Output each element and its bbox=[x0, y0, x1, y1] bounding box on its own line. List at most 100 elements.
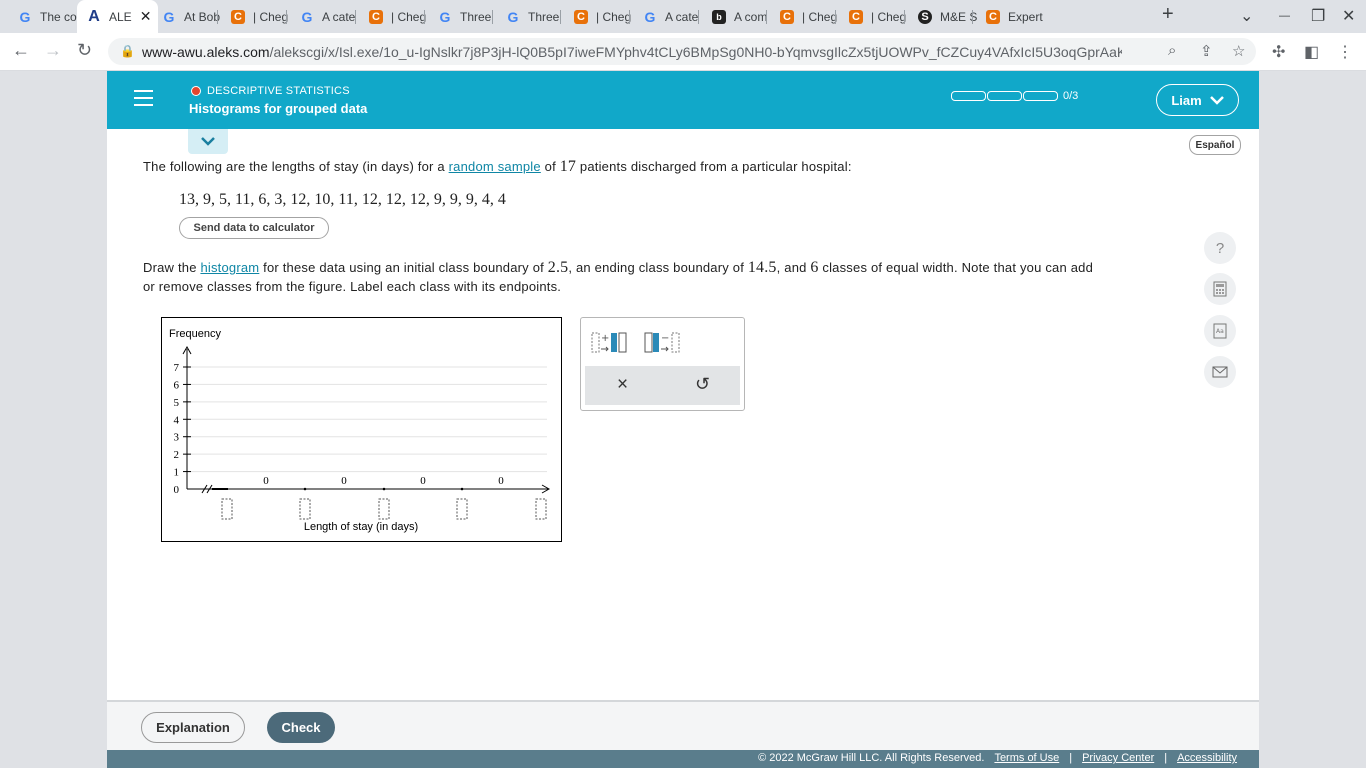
undo-icon[interactable]: ↺ bbox=[695, 374, 710, 395]
tab-title: Three bbox=[460, 9, 492, 24]
message-icon[interactable] bbox=[1204, 356, 1236, 388]
send-data-to-calculator-button[interactable]: Send data to calculator bbox=[179, 217, 329, 239]
tab-separator bbox=[355, 10, 356, 24]
tab-title: | Cheg bbox=[871, 9, 907, 24]
browser-tab[interactable]: C | Cheg bbox=[564, 4, 639, 29]
browser-tab[interactable]: G At Bob bbox=[152, 4, 227, 29]
tab-search-icon[interactable]: ⌄ bbox=[1240, 6, 1253, 26]
copyright-text: © 2022 McGraw Hill LLC. All Rights Reser… bbox=[758, 752, 985, 764]
histogram-link[interactable]: histogram bbox=[200, 260, 259, 275]
google-icon: G bbox=[301, 8, 313, 25]
share-icon[interactable]: ⇪ bbox=[1200, 42, 1213, 60]
tab-title: | Cheg bbox=[596, 9, 632, 24]
explanation-button[interactable]: Explanation bbox=[141, 712, 245, 743]
menu-icon[interactable] bbox=[134, 90, 153, 108]
bookmark-star-icon[interactable]: ☆ bbox=[1232, 42, 1245, 60]
class-boundary-input[interactable] bbox=[299, 498, 311, 520]
reload-icon[interactable]: ↻ bbox=[77, 40, 92, 61]
browser-tab[interactable]: C Expert bbox=[976, 4, 1051, 29]
clear-icon[interactable]: × bbox=[617, 374, 628, 396]
svg-text:Aa: Aa bbox=[1216, 328, 1224, 335]
browser-toolbar: ← → ↻ 🔒 www-awu.aleks.com/alekscgi/x/Isl… bbox=[0, 33, 1366, 71]
class-boundary-input[interactable] bbox=[378, 498, 390, 520]
bar-value-label: 0 bbox=[341, 475, 347, 487]
instruction-text: , an ending class boundary of bbox=[568, 260, 748, 275]
histogram-canvas[interactable]: 0 1 2 3 4 5 6 7 0 0 0 0 Frequency Length of stay (in … bbox=[162, 318, 561, 541]
help-icon[interactable]: ? bbox=[1204, 232, 1236, 264]
histogram-graph[interactable]: 0 1 2 3 4 5 6 7 0 0 0 0 Frequency Length of stay (in … bbox=[161, 317, 562, 542]
dictionary-icon[interactable]: Aa bbox=[1204, 315, 1236, 347]
tab-separator bbox=[492, 10, 493, 24]
browser-tab[interactable]: S M&E S bbox=[908, 4, 982, 29]
collapse-header-button[interactable] bbox=[188, 129, 228, 154]
user-menu-button[interactable]: Liam bbox=[1156, 84, 1239, 116]
tool-actions-row: × ↺ bbox=[585, 366, 740, 405]
forward-icon[interactable]: → bbox=[44, 40, 62, 61]
footer-divider: | bbox=[1069, 752, 1073, 764]
browser-tab[interactable]: G A cate bbox=[633, 4, 708, 29]
chegg-icon: C bbox=[780, 9, 794, 24]
side-panel-icon[interactable]: ◧ bbox=[1304, 42, 1319, 62]
progress-segment bbox=[951, 91, 986, 101]
intro-text: The following are the lengths of stay (i… bbox=[143, 159, 449, 174]
browser-tab[interactable]: G Three bbox=[428, 4, 502, 29]
svg-text:−: − bbox=[661, 333, 669, 344]
question-intro: The following are the lengths of stay (i… bbox=[143, 157, 852, 176]
intro-text: patients discharged from a particular ho… bbox=[576, 159, 852, 174]
calculator-icon[interactable] bbox=[1204, 273, 1236, 305]
initial-boundary: 2.5 bbox=[547, 259, 569, 276]
google-icon: G bbox=[644, 8, 656, 25]
ending-boundary: 14.5 bbox=[747, 259, 777, 276]
tab-title: The co bbox=[40, 9, 77, 24]
terms-of-use-link[interactable]: Terms of Use bbox=[994, 752, 1059, 764]
y-tick-label: 7 bbox=[174, 362, 180, 374]
browser-tab[interactable]: C | Cheg bbox=[359, 4, 434, 29]
graph-tools-palette: + − × ↺ bbox=[580, 317, 745, 411]
random-sample-link[interactable]: random sample bbox=[449, 159, 541, 174]
y-axis-label: Frequency bbox=[169, 328, 221, 340]
google-icon: G bbox=[19, 8, 31, 25]
chegg-icon: C bbox=[231, 9, 245, 24]
browser-tab[interactable]: b A com bbox=[702, 4, 776, 29]
browser-menu-icon[interactable]: ⋮ bbox=[1337, 42, 1353, 62]
class-boundary-input[interactable] bbox=[456, 498, 468, 520]
browser-tab[interactable]: A ALE ✕ bbox=[77, 0, 158, 33]
class-boundary-input[interactable] bbox=[535, 498, 547, 520]
spanish-language-button[interactable]: Español bbox=[1189, 135, 1241, 155]
svg-text:+: + bbox=[601, 333, 609, 344]
accessibility-link[interactable]: Accessibility bbox=[1177, 752, 1237, 764]
browser-tab[interactable]: C | Cheg bbox=[839, 4, 914, 29]
tab-title: Expert bbox=[1008, 9, 1043, 24]
back-icon[interactable]: ← bbox=[12, 40, 30, 61]
close-tab-icon[interactable]: ✕ bbox=[140, 8, 152, 25]
add-class-icon[interactable]: + bbox=[591, 330, 629, 356]
aleks-page: DESCRIPTIVE STATISTICS Histograms for gr… bbox=[107, 71, 1259, 768]
url-text[interactable]: www-awu.aleks.com/alekscgi/x/Isl.exe/1o_… bbox=[142, 44, 1122, 60]
zoom-icon[interactable]: ⌕ bbox=[1168, 42, 1176, 59]
new-tab-icon[interactable]: + bbox=[1162, 3, 1174, 26]
data-values: 13, 9, 5, 11, 6, 3, 12, 10, 11, 12, 12, … bbox=[179, 191, 506, 208]
check-button[interactable]: Check bbox=[267, 712, 335, 743]
remove-class-icon[interactable]: − bbox=[644, 330, 682, 356]
sample-size: 17 bbox=[559, 158, 577, 175]
restore-icon[interactable]: ❐ bbox=[1311, 6, 1325, 26]
chevron-down-icon bbox=[1209, 95, 1224, 105]
instruction-text: or remove classes from the figure. Label… bbox=[143, 279, 562, 294]
minimize-icon[interactable]: — bbox=[1279, 10, 1290, 22]
class-boundary-input[interactable] bbox=[221, 498, 233, 520]
browser-tab[interactable]: C | Cheg bbox=[770, 4, 845, 29]
extensions-icon[interactable]: ✣ bbox=[1272, 42, 1285, 62]
chegg-icon: C bbox=[574, 9, 588, 24]
browser-tab[interactable]: C | Cheg bbox=[221, 4, 296, 29]
privacy-center-link[interactable]: Privacy Center bbox=[1082, 752, 1154, 764]
page-title: Histograms for grouped data bbox=[189, 101, 368, 116]
browser-tab[interactable]: G A cate bbox=[290, 4, 365, 29]
close-window-icon[interactable]: ✕ bbox=[1342, 6, 1355, 26]
tab-separator bbox=[766, 10, 767, 24]
browser-tab[interactable]: G The co bbox=[8, 4, 83, 29]
x-axis-label: Length of stay (in days) bbox=[304, 521, 418, 533]
browser-tab[interactable]: G Three bbox=[496, 4, 570, 29]
tab-title: | Cheg bbox=[253, 9, 289, 24]
address-bar[interactable]: 🔒 www-awu.aleks.com/alekscgi/x/Isl.exe/1… bbox=[108, 38, 1256, 65]
instruction-text: classes of equal width. Note that you ca… bbox=[818, 260, 1093, 275]
